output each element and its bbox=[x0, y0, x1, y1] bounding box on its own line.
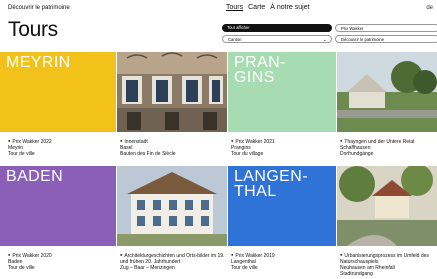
caption-type: Tour de ville bbox=[8, 151, 35, 157]
filter-show-all-label: Tout afficher bbox=[227, 25, 250, 30]
top-bar: Découvrir le patrimoine Tours Carte À no… bbox=[0, 0, 437, 18]
waterfall-town-image bbox=[337, 166, 437, 246]
caption-prize: Urbanisierungsprozess im Umfeld des Natu… bbox=[340, 252, 437, 265]
caption-neuhausen: Urbanisierungsprozess im Umfeld des Natu… bbox=[340, 252, 437, 277]
tile-basel-image[interactable] bbox=[117, 52, 227, 132]
tile-word: BADEN bbox=[6, 168, 64, 185]
caption-prize: Prix Wakker 2021 bbox=[231, 138, 335, 145]
filter-show-all[interactable]: Tout afficher bbox=[222, 24, 332, 32]
caption-place: Zug – Baar – Menzingen bbox=[120, 265, 175, 271]
caption-type: Tour de ville bbox=[8, 265, 35, 271]
caption-type: Dorfrundgänge bbox=[340, 151, 374, 157]
filter-canton[interactable]: Canton ⌄ bbox=[222, 35, 332, 43]
caption-thayngen: Thayngen und der Untere Reiat Schaffhaus… bbox=[340, 138, 437, 157]
filter-discover-label: Découvrir le patrimoine bbox=[341, 37, 385, 42]
caption-prize: Architekturgeschichten und Orts-bilder i… bbox=[120, 252, 225, 265]
nav-about[interactable]: À notre sujet bbox=[270, 4, 309, 11]
filter-prize[interactable]: Prix Wakker bbox=[335, 24, 437, 32]
tile-neuhausen-image[interactable] bbox=[337, 166, 437, 246]
nav-tours[interactable]: Tours bbox=[226, 4, 243, 11]
main-nav: Tours Carte À notre sujet bbox=[226, 4, 310, 11]
caption-prize: Innenstadt bbox=[120, 138, 225, 145]
filter-prize-label: Prix Wakker bbox=[341, 26, 364, 31]
site-title-link[interactable]: Découvrir le patrimoine bbox=[8, 5, 70, 11]
filter-discover[interactable]: Découvrir le patrimoine bbox=[335, 35, 437, 43]
caption-type: Tour de ville bbox=[231, 265, 258, 271]
caption-basel: Innenstadt Basel Bauten des Fin de Siècl… bbox=[120, 138, 225, 157]
caption-zug: Architekturgeschichten und Orts-bilder i… bbox=[120, 252, 225, 271]
tile-baden[interactable]: BADEN bbox=[0, 166, 116, 246]
caption-type: Bauten des Fin de Siècle bbox=[120, 151, 176, 157]
nav-carte[interactable]: Carte bbox=[248, 4, 265, 11]
caption-langenthal: Prix Wakker 2019 Langenthal Tour de vill… bbox=[231, 252, 335, 271]
filter-canton-label: Canton bbox=[228, 37, 242, 42]
caption-prize: Prix Wakker 2019 bbox=[231, 252, 335, 259]
tile-word: LANGEN- THAL bbox=[234, 168, 308, 200]
tile-word: MEYRIN bbox=[6, 54, 71, 71]
chevron-down-icon: ⌄ bbox=[322, 37, 327, 43]
caption-type: Tour du village bbox=[231, 151, 264, 157]
caption-baden: Prix Wakker 2020 Baden Tour de ville bbox=[8, 252, 113, 271]
caption-prize: Prix Wakker 2020 bbox=[8, 252, 113, 259]
village-landscape-image bbox=[337, 52, 437, 132]
tile-thayngen-image[interactable] bbox=[337, 52, 437, 132]
page-title: Tours bbox=[8, 18, 58, 41]
caption-prize: Prix Wakker 2022 bbox=[8, 138, 113, 145]
tile-langenthal[interactable]: LANGEN- THAL bbox=[228, 166, 336, 246]
chalet-building-image bbox=[117, 166, 227, 246]
language-switch[interactable]: de bbox=[426, 5, 433, 11]
caption-meyrin: Prix Wakker 2022 Meyrin Tour de ville bbox=[8, 138, 113, 157]
building-facade-image bbox=[117, 52, 227, 132]
tile-word: PRAN- GINS bbox=[234, 54, 286, 86]
tile-meyrin[interactable]: MEYRIN bbox=[0, 52, 116, 132]
caption-type: Stadtrundgang bbox=[340, 271, 373, 277]
tile-zug-image[interactable] bbox=[117, 166, 227, 246]
caption-prangins: Prix Wakker 2021 Prangins Tour du villag… bbox=[231, 138, 335, 157]
tile-prangins[interactable]: PRAN- GINS bbox=[228, 52, 336, 132]
caption-prize: Thayngen und der Untere Reiat bbox=[340, 138, 437, 145]
